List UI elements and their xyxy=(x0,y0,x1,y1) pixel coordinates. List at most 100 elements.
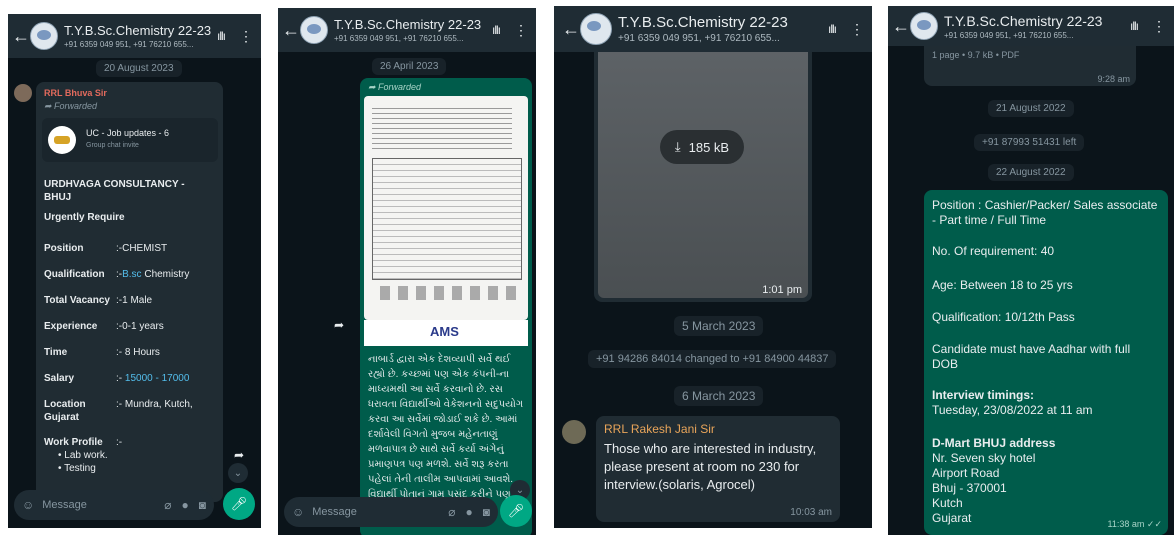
payment-icon[interactable]: ● xyxy=(182,498,189,512)
more-options-icon[interactable]: ⋮ xyxy=(1152,18,1166,35)
detail-row: Position :-CHEMIST xyxy=(44,242,220,255)
download-button[interactable]: ⤓ 185 kB xyxy=(660,130,744,164)
message-input[interactable]: Message xyxy=(42,499,164,511)
forward-message-icon[interactable]: ➦ xyxy=(234,448,244,462)
forward-message-icon[interactable]: ➦ xyxy=(334,318,344,332)
screenshot-2: ← T.Y.B.Sc.Chemistry 22-23 +91 6359 049 … xyxy=(278,8,536,535)
address-line: Bhuj - 370001 xyxy=(932,481,1007,495)
forwarded-label: ➦ Forwarded xyxy=(368,82,421,93)
salary-link[interactable]: 15000 - 17000 xyxy=(125,373,190,384)
address-block: Nr. Seven sky hotel Airport Road Bhuj - … xyxy=(932,451,1035,526)
job-qualification: Qualification: 10/12th Pass xyxy=(932,310,1075,324)
value-suffix: Chemistry xyxy=(141,269,190,280)
image-thumbnail xyxy=(598,52,808,298)
detail-row: Total Vacancy:-1 Male xyxy=(44,294,220,307)
mic-button[interactable]: 🎤︎ xyxy=(223,488,255,520)
chat-title: T.Y.B.Sc.Chemistry 22-23 xyxy=(618,14,788,31)
ams-logo: AMS xyxy=(430,324,459,339)
back-arrow-icon[interactable]: ← xyxy=(562,19,580,40)
group-avatar[interactable] xyxy=(910,12,938,40)
chat-members: +91 6359 049 951, +91 76210 655... xyxy=(334,34,464,43)
group-avatar[interactable] xyxy=(30,22,58,50)
work-profile-sep: :- xyxy=(116,437,123,448)
forwarded-text: Forwarded xyxy=(378,82,422,92)
message-input[interactable]: Message xyxy=(312,506,448,518)
date-chip: 5 March 2023 xyxy=(674,316,764,336)
attach-icon[interactable]: ⌀ xyxy=(448,505,455,519)
chat-title-block[interactable]: T.Y.B.Sc.Chemistry 22-23 +91 6359 049 95… xyxy=(944,13,1130,40)
chat-title-block[interactable]: T.Y.B.Sc.Chemistry 22-23 +91 6359 049 95… xyxy=(334,17,492,43)
message-input-bar[interactable]: ☺ Message ⌀ ● ◙ xyxy=(284,497,498,527)
chat-title: T.Y.B.Sc.Chemistry 22-23 xyxy=(64,23,212,38)
message-bubble[interactable]: RRL Bhuva Sir ➦ Forwarded UC - Job updat… xyxy=(36,82,223,502)
sender-avatar[interactable] xyxy=(562,420,586,444)
group-avatar[interactable] xyxy=(300,16,328,44)
detail-key: Time xyxy=(44,347,68,358)
chat-members: +91 6359 049 951, +91 76210 655... xyxy=(944,30,1074,40)
detail-key: Gujarat xyxy=(44,412,80,423)
more-options-icon[interactable]: ⋮ xyxy=(850,21,864,38)
back-arrow-icon[interactable]: ← xyxy=(892,16,910,37)
message-bubble[interactable]: ➦ Forwarded AMS નાબાર્ડ દ્વારા એક દેશવ્ય… xyxy=(360,78,532,535)
chat-title: T.Y.B.Sc.Chemistry 22-23 xyxy=(944,12,1103,29)
address-line: Kutch xyxy=(932,496,963,510)
ams-banner: AMS xyxy=(364,320,528,346)
screenshot-4: ← T.Y.B.Sc.Chemistry 22-23 +91 6359 049 … xyxy=(888,6,1174,535)
message-time: 11:38 am ✓✓ xyxy=(1108,517,1162,532)
back-arrow-icon[interactable]: ← xyxy=(12,26,30,47)
back-arrow-icon[interactable]: ← xyxy=(282,20,300,41)
document-image[interactable] xyxy=(364,96,528,320)
detail-row: Salary:- 15000 - 17000 xyxy=(44,372,220,385)
voice-chat-icon[interactable]: ıllı xyxy=(1130,19,1139,33)
chat-title-block[interactable]: T.Y.B.Sc.Chemistry 22-23 +91 6359 049 95… xyxy=(618,14,828,44)
document-message[interactable]: 1 page • 9.7 kB • PDF 9:28 am xyxy=(924,46,1136,86)
sender-avatar[interactable] xyxy=(14,84,32,102)
chat-header: ← T.Y.B.Sc.Chemistry 22-23 +91 6359 049 … xyxy=(8,14,261,58)
camera-icon[interactable]: ◙ xyxy=(483,505,490,519)
job-requirement-count: No. Of requirement: 40 xyxy=(932,244,1055,258)
chat-area: 20 August 2023 RRL Bhuva Sir ➦ Forwarded… xyxy=(8,58,261,528)
detail-value: :-CHEMIST xyxy=(116,243,168,254)
message-input-bar[interactable]: ☺ Message ⌀ ● ◙ xyxy=(14,490,214,520)
mic-button[interactable]: 🎤︎ xyxy=(500,495,532,527)
forwarded-label: ➦ Forwarded xyxy=(44,101,97,112)
message-bubble[interactable]: RRL Rakesh Jani Sir Those who are intere… xyxy=(596,416,840,522)
group-avatar[interactable] xyxy=(580,13,612,45)
payment-icon[interactable]: ● xyxy=(466,505,473,519)
attach-icon[interactable]: ⌀ xyxy=(164,498,171,512)
bsc-link[interactable]: B.sc xyxy=(122,269,141,280)
voice-chat-icon[interactable]: ıllı xyxy=(828,22,837,36)
voice-chat-icon[interactable]: ıllı xyxy=(492,23,501,37)
mic-icon: 🎤︎ xyxy=(230,496,248,511)
voice-chat-icon[interactable]: ıllı xyxy=(217,29,226,43)
chat-title-block[interactable]: T.Y.B.Sc.Chemistry 22-23 +91 6359 049 95… xyxy=(64,23,217,49)
scroll-down-button[interactable]: ⌄ xyxy=(228,463,248,483)
detail-key: Total Vacancy xyxy=(44,295,110,306)
emoji-icon[interactable]: ☺ xyxy=(292,505,304,519)
interview-value: Tuesday, 23/08/2022 at 11 am xyxy=(932,403,1093,417)
chat-header: ← T.Y.B.Sc.Chemistry 22-23 +91 6359 049 … xyxy=(888,6,1174,46)
chat-area: ⤓ 185 kB 1:01 pm 5 March 2023 +91 94286 … xyxy=(554,52,872,528)
forward-icon: ➦ xyxy=(44,101,55,111)
more-options-icon[interactable]: ⋮ xyxy=(239,28,253,45)
address-heading: D-Mart BHUJ address xyxy=(932,436,1056,450)
group-invite-card[interactable]: UC - Job updates - 6 Group chat invite xyxy=(42,118,218,162)
emoji-icon[interactable]: ☺ xyxy=(22,498,34,512)
system-message: +91 87993 51431 left xyxy=(974,134,1085,151)
detail-row: Time:- 8 Hours xyxy=(44,346,220,359)
message-bubble[interactable]: Position : Cashier/Packer/ Sales associa… xyxy=(924,190,1168,535)
chat-area: 1 page • 9.7 kB • PDF 9:28 am 21 August … xyxy=(888,46,1174,535)
detail-key: Position xyxy=(44,243,84,254)
system-message: +91 94286 84014 changed to +91 84900 448… xyxy=(588,350,837,368)
more-options-icon[interactable]: ⋮ xyxy=(514,22,528,39)
camera-icon[interactable]: ◙ xyxy=(199,498,206,512)
chat-members: +91 6359 049 951, +91 76210 655... xyxy=(618,33,780,44)
forwarded-text: Forwarded xyxy=(54,101,98,111)
bullet-text: Testing xyxy=(64,463,96,474)
urgent-label: Urgently Require xyxy=(44,212,125,223)
date-chip: 26 April 2023 xyxy=(372,58,447,75)
detail-row: Location:- Mundra, Kutch, xyxy=(44,398,220,411)
date-chip: 6 March 2023 xyxy=(674,386,764,406)
invite-title: UC - Job updates - 6 xyxy=(86,128,170,138)
image-message[interactable]: ⤓ 185 kB 1:01 pm xyxy=(594,52,812,302)
